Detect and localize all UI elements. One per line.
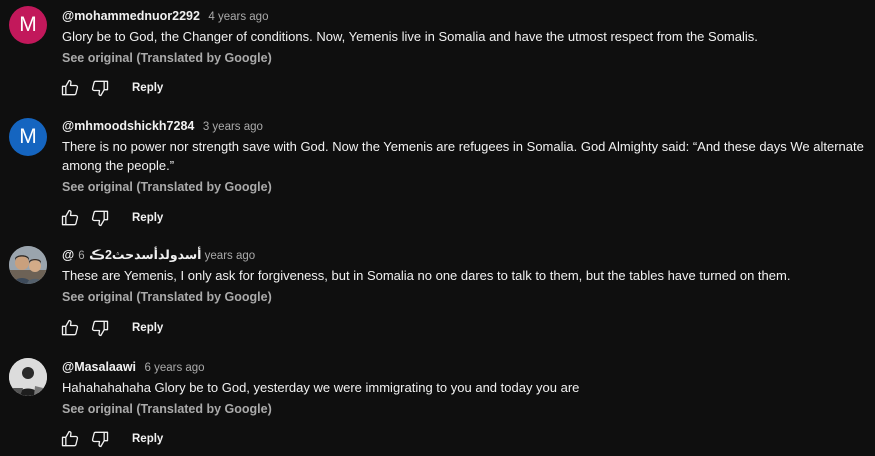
comment-text: These are Yemenis, I only ask for forgiv…	[62, 268, 791, 283]
comment-text: There is no power nor strength save with…	[62, 139, 864, 173]
profile-photo-icon	[9, 246, 47, 284]
comment: M @mhmoodshickh7284 3 years ago There is…	[0, 112, 875, 232]
comment: @Masalaawi 6 years ago Hahahahahaha Glor…	[0, 344, 875, 456]
dislike-icon[interactable]	[90, 318, 110, 338]
avatar[interactable]	[9, 246, 47, 284]
avatar[interactable]	[9, 358, 47, 396]
comment-text: Glory be to God, the Changer of conditio…	[62, 29, 758, 44]
see-original-link[interactable]: See original (Translated by Google)	[62, 178, 875, 196]
comment-timestamp[interactable]: 4 years ago	[208, 11, 268, 23]
comment-author[interactable]: @Masalaawi	[62, 360, 136, 374]
comment: @أسدولدأسدحث2ڪ 6 years ago These are Yem…	[0, 232, 875, 344]
see-original-link[interactable]: See original (Translated by Google)	[62, 49, 875, 67]
comment: M @mohammednuor2292 4 years ago Glory be…	[0, 0, 875, 112]
like-icon[interactable]	[60, 429, 80, 449]
avatar[interactable]: M	[9, 118, 47, 156]
dislike-icon[interactable]	[90, 78, 110, 98]
comment-timestamp[interactable]: 6 years ago	[144, 362, 204, 374]
profile-photo-icon	[9, 358, 47, 396]
like-icon[interactable]	[60, 318, 80, 338]
reply-button[interactable]: Reply	[132, 322, 163, 334]
see-original-link[interactable]: See original (Translated by Google)	[62, 400, 875, 418]
reply-button[interactable]: Reply	[132, 433, 163, 445]
see-original-link[interactable]: See original (Translated by Google)	[62, 288, 875, 306]
like-icon[interactable]	[60, 208, 80, 228]
comment-author[interactable]: @mohammednuor2292	[62, 9, 200, 23]
dislike-icon[interactable]	[90, 208, 110, 228]
like-icon[interactable]	[60, 78, 80, 98]
comment-text: Hahahahahaha Glory be to God, yesterday …	[62, 380, 580, 395]
avatar-letter: M	[19, 125, 37, 148]
dislike-icon[interactable]	[90, 429, 110, 449]
reply-button[interactable]: Reply	[132, 82, 163, 94]
comment-author[interactable]: @mhmoodshickh7284	[62, 119, 194, 133]
reply-button[interactable]: Reply	[132, 212, 163, 224]
comment-timestamp[interactable]: 3 years ago	[203, 121, 263, 133]
avatar-letter: M	[19, 13, 37, 36]
avatar[interactable]: M	[9, 6, 47, 44]
